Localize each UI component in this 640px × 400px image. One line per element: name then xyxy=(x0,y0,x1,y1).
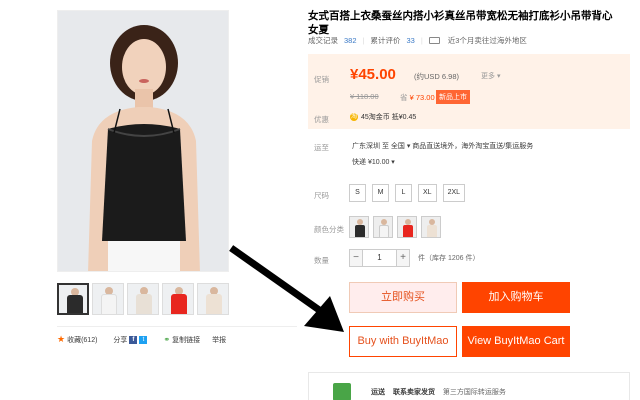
add-to-cart-button[interactable]: 加入购物车 xyxy=(462,282,570,313)
thumbnail-3[interactable] xyxy=(127,283,159,315)
new-arrival-badge: 新品上市 xyxy=(436,90,470,104)
size-option-s[interactable]: S xyxy=(349,184,366,202)
service-logo-icon xyxy=(333,383,351,400)
save-amount: 省 ¥ 73.00 xyxy=(400,92,435,103)
sales-label: 成交记录 xyxy=(308,36,338,45)
product-page: { "product": { "title": "女式百搭上衣桑蚕丝内搭小衫真丝… xyxy=(0,0,640,400)
size-option-2xl[interactable]: 2XL xyxy=(442,184,466,202)
favorite-label: 收藏(612) xyxy=(67,336,98,344)
stats-separator: | xyxy=(362,36,365,45)
view-buyitmao-cart-button[interactable]: View BuyItMao Cart xyxy=(462,326,570,357)
color-options xyxy=(349,216,441,238)
promo-price-label: 促销 xyxy=(314,75,329,84)
reviews-count[interactable]: 33 xyxy=(406,36,414,45)
quantity-stepper: − 1 + 件（库存 1206 件） xyxy=(349,249,479,267)
size-option-l[interactable]: L xyxy=(395,184,412,202)
social-bar: ★ 收藏(612) 分享 f t ⚭ 复制链接 举报 xyxy=(57,334,226,345)
size-options: S M L XL 2XL xyxy=(349,184,466,202)
usd-price: (约USD 6.98) xyxy=(414,72,460,81)
coin-text: 45淘金币 抵¥0.45 xyxy=(361,114,417,121)
save-label: 省 xyxy=(400,93,408,102)
buy-with-buyitmao-button[interactable]: Buy with BuyItMao xyxy=(349,326,457,357)
product-stats: 成交记录 382 | 累计评价 33 | 近3个月卖往过海外地区 xyxy=(308,35,527,46)
price-box: 促销 ¥45.00 (约USD 6.98) 更多 ▾ ¥ 118.00 省 ¥ … xyxy=(308,54,630,129)
star-icon: ★ xyxy=(57,334,66,344)
stats-separator: | xyxy=(420,36,423,45)
main-product-image[interactable] xyxy=(57,10,229,272)
link-icon: ⚭ xyxy=(163,335,171,344)
buy-now-button[interactable]: 立即购买 xyxy=(349,282,457,313)
color-swatch-white[interactable] xyxy=(373,216,393,238)
more-currency-dropdown[interactable]: 更多 ▾ xyxy=(481,71,500,81)
copy-link-label: 复制链接 xyxy=(172,336,201,344)
favorite-button[interactable]: ★ 收藏(612) xyxy=(57,334,97,345)
original-price: ¥ 118.00 xyxy=(350,92,379,101)
service-c: 第三方国际转运服务 xyxy=(442,389,506,396)
annotation-arrow-icon xyxy=(229,245,344,332)
thumbnail-1[interactable] xyxy=(57,283,89,315)
product-title: 女式百搭上衣桑蚕丝内搭小衫真丝吊带宽松无袖打底衫小吊带背心女夏 xyxy=(308,10,613,36)
sales-count[interactable]: 382 xyxy=(344,36,357,45)
model-photo xyxy=(58,11,228,271)
thumbnail-4[interactable] xyxy=(162,283,194,315)
size-option-m[interactable]: M xyxy=(372,184,389,202)
quantity-increment[interactable]: + xyxy=(396,249,410,267)
thumbnail-strip xyxy=(57,283,229,315)
service-b: 联系卖家发货 xyxy=(392,389,435,396)
facebook-icon[interactable]: f xyxy=(129,335,138,344)
color-swatch-apricot[interactable] xyxy=(421,216,441,238)
thumbnail-2[interactable] xyxy=(92,283,124,315)
share-label: 分享 xyxy=(113,336,128,344)
color-label: 颜色分类 xyxy=(314,225,344,234)
share-group: 分享 f t xyxy=(113,335,148,345)
shipping-method[interactable]: 快递 ¥10.00 ▾ xyxy=(352,157,395,167)
size-label: 尺码 xyxy=(314,191,329,200)
size-option-xl[interactable]: XL xyxy=(418,184,437,202)
color-swatch-black[interactable] xyxy=(349,216,369,238)
overseas-note: 近3个月卖往过海外地区 xyxy=(447,36,527,45)
save-value: ¥ 73.00 xyxy=(409,93,435,102)
twitter-icon[interactable]: t xyxy=(139,335,148,344)
reviews-label: 累计评价 xyxy=(370,36,401,45)
quantity-input[interactable]: 1 xyxy=(363,249,396,267)
current-price: ¥45.00 xyxy=(350,66,396,83)
discount-label: 优惠 xyxy=(314,115,329,124)
truck-icon xyxy=(428,37,440,44)
service-a: 运送 xyxy=(371,389,385,396)
coin-icon: 淘 xyxy=(350,113,358,121)
shipping-destination[interactable]: 广东深圳 至 全国 ▾ 商品直送境外，海外淘宝直送/集运服务 xyxy=(352,141,533,151)
service-text: 运送 联系卖家发货 第三方国际转运服务 xyxy=(371,387,512,397)
stock-info: 件（库存 1206 件） xyxy=(418,255,480,262)
shipping-label: 运至 xyxy=(314,143,329,152)
coin-discount: 淘 45淘金币 抵¥0.45 xyxy=(350,112,416,122)
copy-link-button[interactable]: ⚭ 复制链接 xyxy=(163,335,200,345)
color-swatch-red[interactable] xyxy=(397,216,417,238)
service-promise: 运送 联系卖家发货 第三方国际转运服务 xyxy=(308,372,630,400)
